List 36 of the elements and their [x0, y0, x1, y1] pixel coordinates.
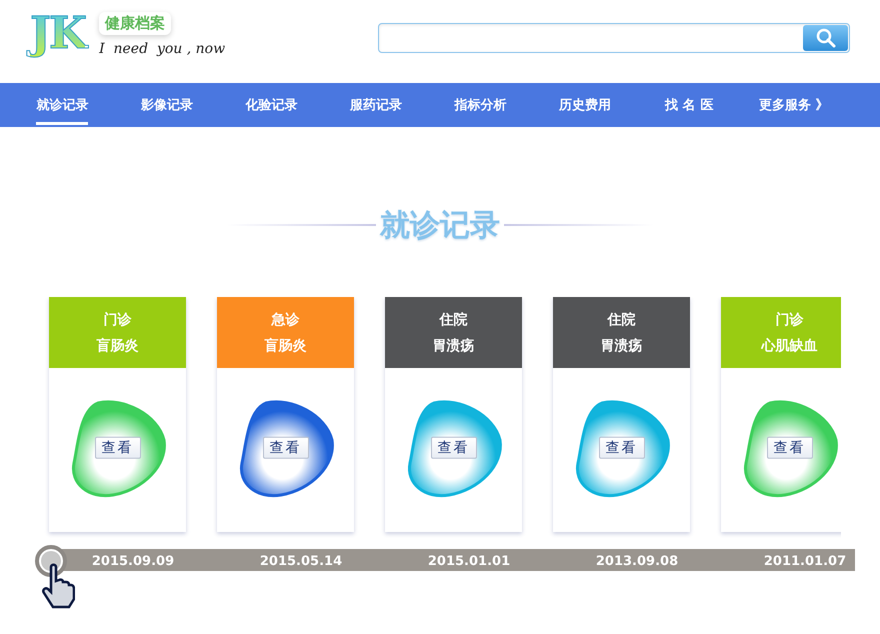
- visit-type: 急诊: [272, 310, 300, 328]
- view-button[interactable]: 查看: [598, 436, 644, 459]
- search-icon: [814, 28, 836, 48]
- search-field[interactable]: [378, 23, 850, 53]
- view-button[interactable]: 查看: [94, 436, 140, 459]
- nav-tab[interactable]: 化验记录: [219, 83, 324, 127]
- visit-date: 2013.09.08: [594, 553, 680, 571]
- view-button[interactable]: 查看: [766, 436, 812, 459]
- nav-tab[interactable]: 影像记录: [114, 83, 219, 127]
- timeline-handle[interactable]: [35, 545, 67, 577]
- search-button[interactable]: [803, 25, 848, 51]
- visit-date: 2011.01.07: [762, 553, 848, 571]
- visit-type: 住院: [608, 310, 636, 328]
- diagnosis: 胃溃疡: [600, 336, 642, 354]
- visit-date: 2015.09.09: [90, 553, 176, 571]
- visit-date: 2015.01.01: [426, 553, 512, 571]
- diagnosis: 心肌缺血: [762, 336, 818, 354]
- nav-tab[interactable]: 找 名 医: [637, 83, 742, 127]
- view-button[interactable]: 查看: [262, 436, 308, 459]
- nav-tab[interactable]: 就诊记录: [10, 83, 114, 127]
- diagnosis: 胃溃疡: [432, 336, 474, 354]
- nav-tab[interactable]: 指标分析: [428, 83, 532, 127]
- slogan: I need you , now: [99, 41, 226, 57]
- hand-cursor-icon: [41, 563, 75, 609]
- view-button[interactable]: 查看: [430, 436, 476, 459]
- visit-date: 2015.05.14: [258, 553, 344, 571]
- visit-type: 住院: [440, 310, 468, 328]
- nav-tab[interactable]: 历史费用: [532, 83, 637, 127]
- nav-tab[interactable]: 服药记录: [324, 83, 428, 127]
- nav-tab[interactable]: 更多服务 》: [742, 83, 846, 127]
- visit-type: 门诊: [776, 310, 804, 328]
- visit-type: 门诊: [104, 310, 132, 328]
- diagnosis: 盲肠炎: [264, 336, 306, 354]
- diagnosis: 盲肠炎: [96, 336, 138, 354]
- brand-name: 健康档案: [99, 12, 172, 35]
- section-title: 就诊记录: [380, 206, 500, 244]
